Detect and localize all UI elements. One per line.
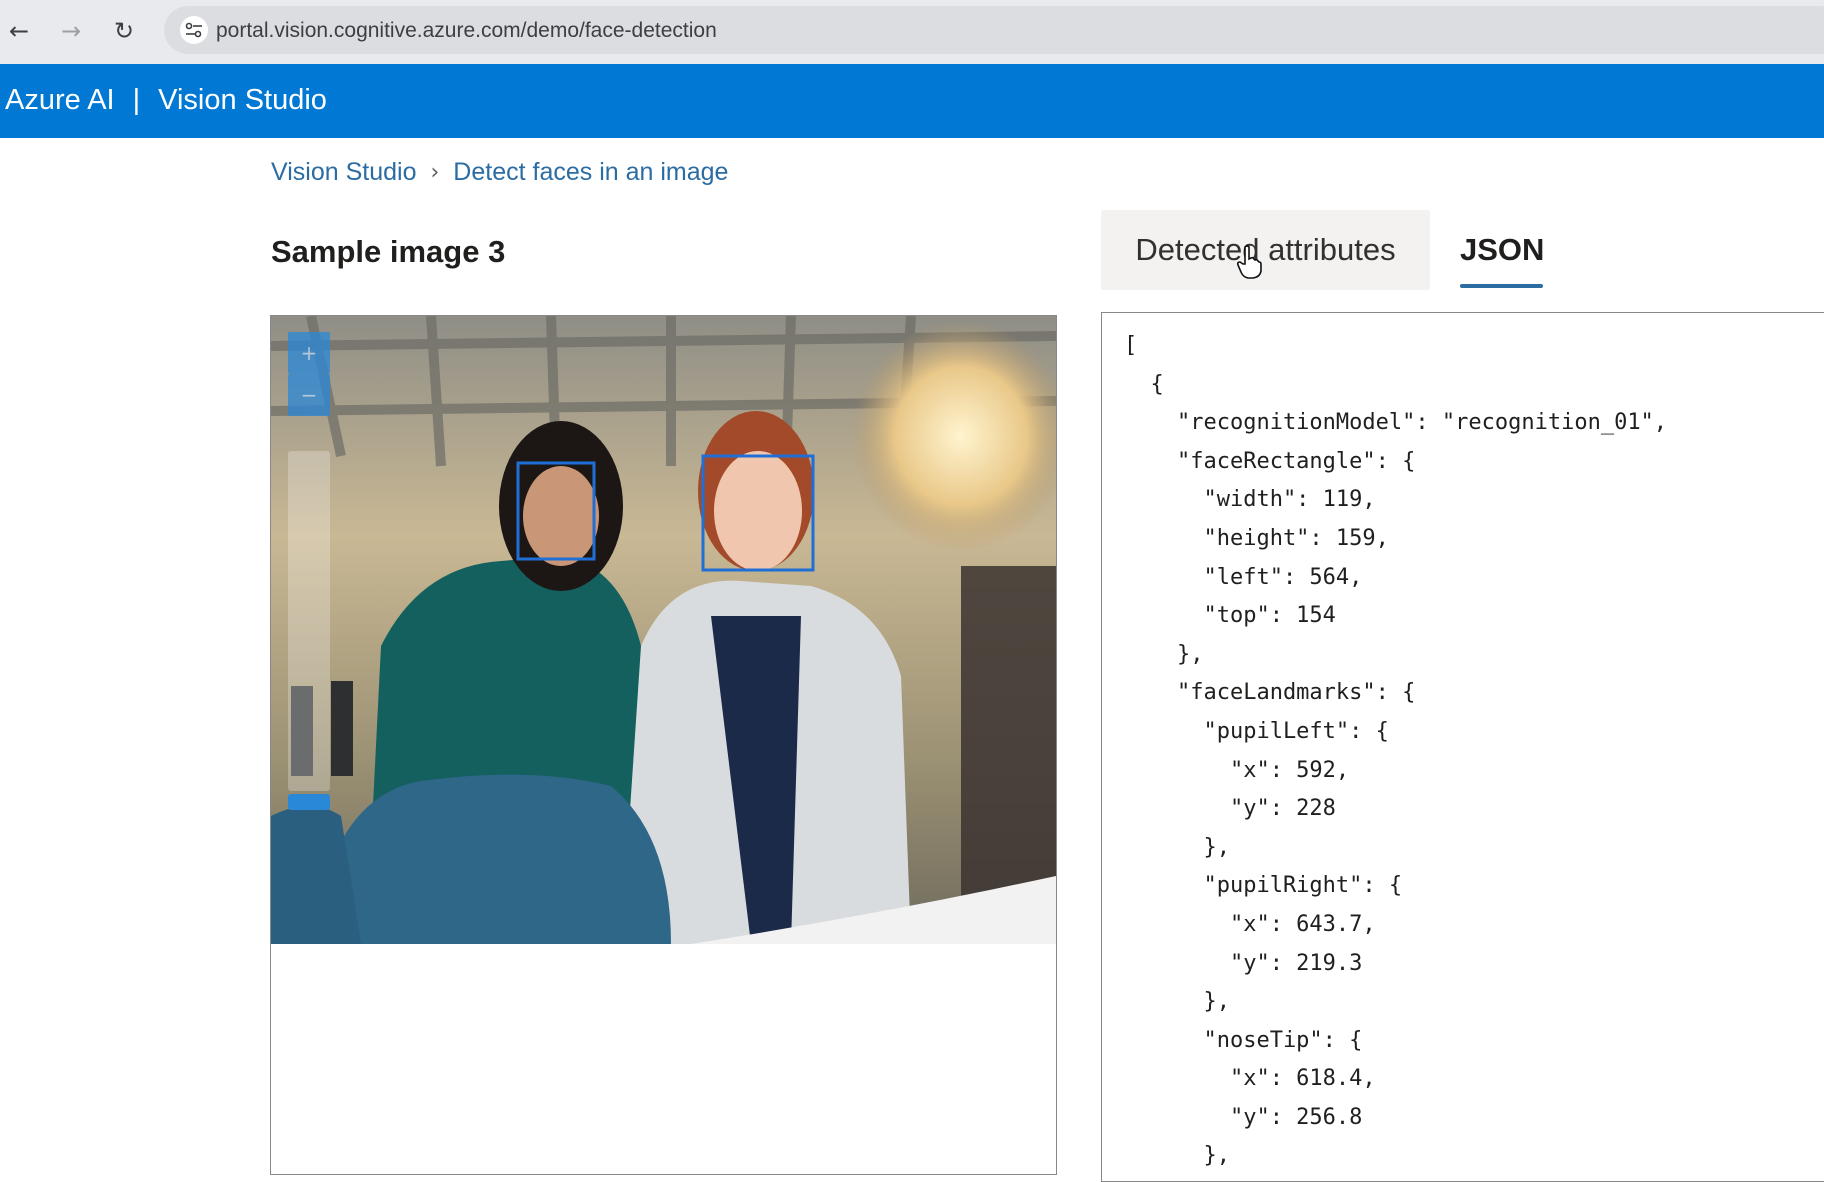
reload-icon: ↻ [113, 17, 135, 45]
json-line: "recognitionModel": "recognition_01", [1124, 410, 1668, 436]
json-line: { [1124, 371, 1164, 397]
json-line: "x": 592, [1124, 757, 1350, 783]
forward-button[interactable]: → [54, 14, 88, 48]
json-line: "faceRectangle": { [1124, 448, 1416, 474]
json-line: "y": 256.8 [1124, 1104, 1363, 1130]
chevron-right-icon: › [430, 160, 440, 185]
image-viewer: + − [270, 315, 1057, 1175]
minus-icon: − [300, 383, 318, 407]
tab-json[interactable]: JSON [1460, 210, 1544, 290]
json-code: [ { "recognitionModel": "recognition_01"… [1124, 327, 1667, 1176]
brand[interactable]: Azure AI | Vision Studio [5, 84, 327, 117]
brand-name: Azure AI [5, 84, 115, 116]
reload-button[interactable]: ↻ [107, 14, 141, 48]
json-line: }, [1124, 1143, 1230, 1169]
url-text: portal.vision.cognitive.azure.com/demo/f… [216, 19, 717, 42]
app-header: Azure AI | Vision Studio [0, 64, 1824, 138]
json-line: "pupilLeft": { [1124, 718, 1389, 744]
product-name: Vision Studio [158, 84, 327, 116]
tab-json-label: JSON [1460, 232, 1545, 267]
json-line: "y": 228 [1124, 796, 1336, 822]
zoom-slider-track[interactable] [288, 451, 330, 791]
arrow-left-icon: ← [8, 17, 30, 45]
plus-icon: + [300, 341, 318, 365]
json-line: "y": 219.3 [1124, 950, 1363, 976]
json-line: "noseTip": { [1124, 1027, 1363, 1053]
zoom-slider-handle[interactable] [288, 794, 330, 810]
json-line: "left": 564, [1124, 564, 1363, 590]
tab-detected-attributes-label: Detected attributes [1135, 232, 1396, 267]
sample-photo [271, 316, 1056, 944]
json-line: "width": 119, [1124, 487, 1376, 513]
tab-detected-attributes[interactable]: Detected attributes [1101, 210, 1430, 290]
breadcrumb: Vision Studio › Detect faces in an image [271, 158, 728, 187]
zoom-out-button[interactable]: − [288, 374, 330, 416]
json-line: }, [1124, 834, 1230, 860]
json-line: }, [1124, 641, 1204, 667]
hand-cursor-icon [1236, 245, 1262, 279]
json-output-panel[interactable]: [ { "recognitionModel": "recognition_01"… [1101, 312, 1824, 1182]
zoom-in-button[interactable]: + [288, 332, 330, 374]
json-line: "pupilRight": { [1124, 873, 1403, 899]
active-tab-indicator [1460, 284, 1543, 288]
page-title: Sample image 3 [271, 234, 506, 269]
json-line: "top": 154 [1124, 603, 1336, 629]
address-bar[interactable]: portal.vision.cognitive.azure.com/demo/f… [164, 6, 1824, 54]
json-line: "height": 159, [1124, 525, 1389, 551]
arrow-right-icon: → [60, 17, 82, 45]
json-line: }, [1124, 989, 1230, 1015]
back-button[interactable]: ← [2, 14, 36, 48]
site-settings-icon[interactable] [180, 16, 208, 44]
json-line: "x": 643.7, [1124, 911, 1376, 937]
brand-separator: | [132, 84, 141, 116]
breadcrumb-root-link[interactable]: Vision Studio [271, 158, 416, 187]
browser-toolbar: ← → ↻ portal.vision.cognitive.azure.com/… [0, 0, 1824, 64]
breadcrumb-current[interactable]: Detect faces in an image [453, 158, 728, 187]
json-line: [ [1124, 333, 1138, 358]
json-line: "faceLandmarks": { [1124, 680, 1416, 706]
json-line: "x": 618.4, [1124, 1066, 1376, 1092]
